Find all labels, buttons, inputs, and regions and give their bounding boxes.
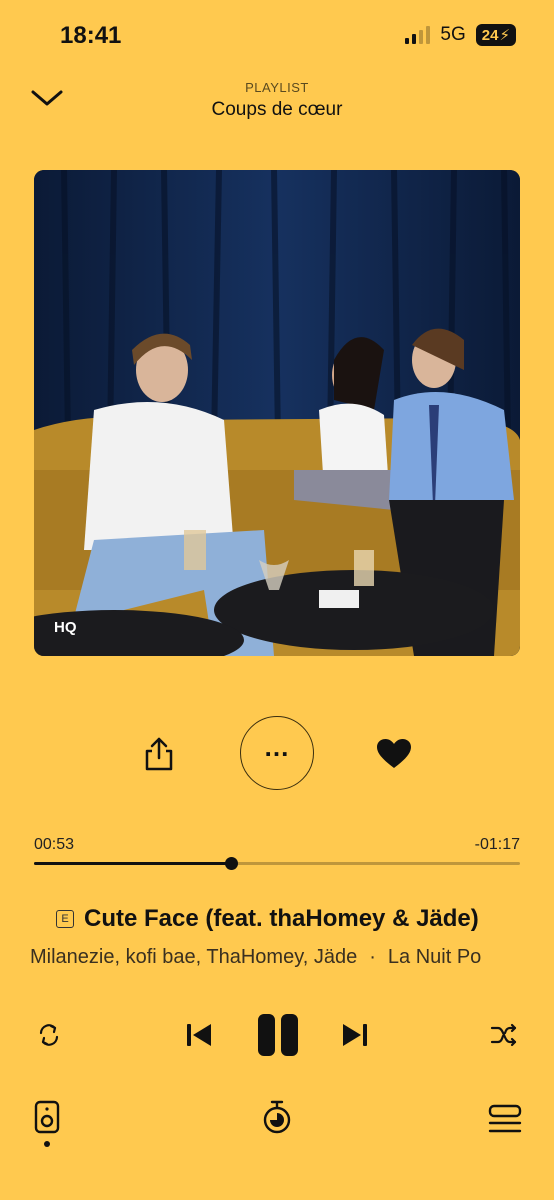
separator: · [369, 946, 376, 968]
more-icon: … [263, 732, 291, 762]
pause-bar-right [281, 1014, 298, 1056]
progress-thumb[interactable] [224, 857, 238, 870]
album-artwork: HQ [34, 170, 520, 656]
remaining-time: -01:17 [474, 836, 520, 853]
song-title[interactable]: Cute Face (feat. thaHomey & Jäde) [84, 905, 479, 933]
charging-icon: ⚡ [499, 27, 510, 44]
pause-icon[interactable] [258, 1014, 298, 1056]
queue-icon[interactable] [488, 1104, 522, 1134]
status-indicators: 5G 24 ⚡ [405, 24, 516, 46]
previous-icon[interactable] [184, 1020, 214, 1050]
battery-indicator: 24 ⚡ [475, 24, 516, 46]
heart-icon[interactable] [376, 738, 412, 770]
battery-level: 24 [481, 26, 499, 44]
timer-icon[interactable] [262, 1100, 292, 1134]
elapsed-time: 00:53 [34, 836, 75, 853]
network-label: 5G [440, 24, 466, 45]
signal-icon [405, 26, 431, 44]
pause-bar-left [258, 1014, 275, 1056]
header-kicker: PLAYLIST [245, 80, 309, 95]
next-icon[interactable] [340, 1020, 370, 1050]
progress-slider[interactable] [34, 857, 520, 870]
header: PLAYLIST Coups de cœur [0, 80, 554, 121]
artists-row: Milanezie, kofi bae, ThaHomey, Jäde · La N… [30, 946, 554, 969]
progress-fill [34, 862, 231, 865]
more-options-button[interactable]: … [240, 716, 314, 790]
playlist-title[interactable]: Coups de cœur [0, 99, 554, 121]
shuffle-icon[interactable] [490, 1022, 518, 1048]
hq-badge: HQ [54, 619, 77, 636]
status-time: 18:41 [60, 22, 122, 49]
speaker-icon[interactable] [34, 1100, 60, 1148]
song-artists[interactable]: Milanezie, kofi bae, ThaHomey, Jäde [30, 946, 357, 968]
repeat-icon[interactable] [36, 1022, 62, 1048]
explicit-badge: E [56, 910, 74, 928]
song-title-row: E Cute Face (feat. thaHomey & Jäde) [56, 905, 479, 933]
album-name[interactable]: La Nuit Po [388, 946, 481, 968]
artwork-image [34, 170, 520, 656]
share-icon[interactable] [142, 736, 176, 772]
